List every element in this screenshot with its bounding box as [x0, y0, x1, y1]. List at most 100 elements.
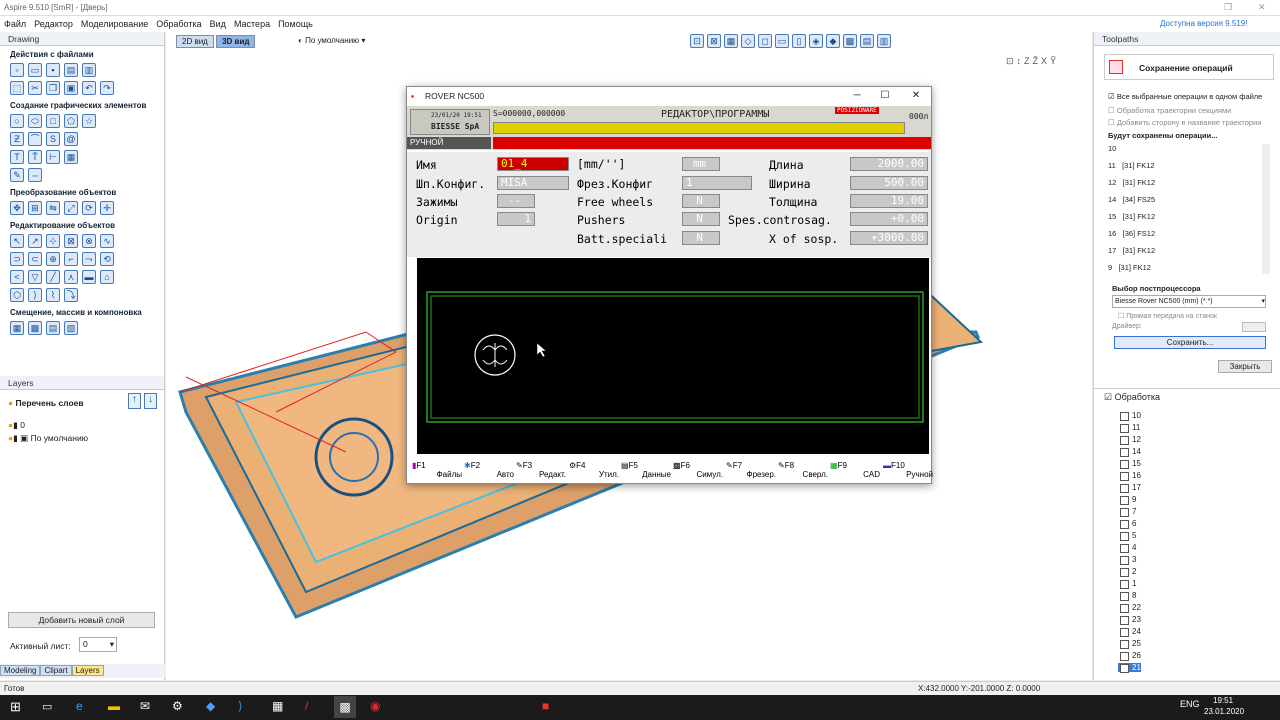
close-icon[interactable]: ✕	[1258, 2, 1266, 13]
input-language[interactable]: ENG	[1180, 699, 1200, 709]
fkey-f1[interactable]: ▮F1 Файлы	[412, 461, 464, 483]
clock-date[interactable]: 23.01.2020	[1204, 707, 1244, 716]
batt-field[interactable]: N	[682, 231, 720, 245]
task-view-icon[interactable]: ▭	[42, 700, 52, 713]
array-icon[interactable]: ▩	[28, 321, 42, 335]
layer-item[interactable]: ●▮ ▣ По умолчанию	[8, 433, 88, 444]
funnel-icon[interactable]: ▽	[28, 270, 42, 284]
text-icon[interactable]: T	[10, 150, 24, 164]
driver-button[interactable]	[1242, 322, 1266, 332]
text-arc-icon[interactable]: Ť	[28, 150, 42, 164]
dogbone-icon[interactable]: ⋏	[64, 270, 78, 284]
app-icon[interactable]: ◆	[206, 699, 215, 713]
chk-sections[interactable]: ☐ Обработка траектории секциями	[1108, 106, 1231, 115]
extend-icon[interactable]: ⤳	[82, 252, 96, 266]
move-icon[interactable]: ✥	[10, 201, 24, 215]
mirror-icon[interactable]: ⇋	[46, 201, 60, 215]
processing-tree[interactable]: 10 11 12 14 15 16 17 9 7 6 5 4 3 2 1 8 2…	[1100, 410, 1250, 674]
menu-toolpaths[interactable]: Обработка	[152, 16, 205, 32]
length-field[interactable]: 2000.00	[850, 157, 928, 171]
new-file-icon[interactable]: ▫	[10, 63, 24, 77]
align-icon[interactable]: ⊞	[28, 201, 42, 215]
add-layer-button[interactable]: Добавить новый слой	[8, 612, 155, 628]
trim-icon[interactable]: ⊠	[64, 234, 78, 248]
spindle-config-field[interactable]: MISA	[497, 176, 569, 190]
x-sosp-field[interactable]: +3000.00	[850, 231, 928, 245]
record-icon[interactable]: ◉	[370, 699, 380, 713]
import-icon[interactable]: ▤	[64, 63, 78, 77]
spline-icon[interactable]: ⌇	[46, 288, 60, 302]
calculator-icon[interactable]: ▦	[272, 699, 283, 713]
nest-icon[interactable]: ▤	[46, 321, 60, 335]
fkey-f3[interactable]: ✎F3 Редакт.	[516, 461, 568, 483]
save-icon[interactable]: ▪	[46, 63, 60, 77]
line-icon[interactable]: ╱	[46, 270, 60, 284]
curve-fit-icon[interactable]: ⤵	[64, 288, 78, 302]
undo-icon[interactable]: ↶	[82, 81, 96, 95]
settings-icon[interactable]: ⚙	[172, 699, 183, 713]
operations-list[interactable]: 10 11 [31] FK12 12 [31] FK12 14 [34] FS2…	[1108, 140, 1268, 276]
clock-time[interactable]: 19:51	[1213, 696, 1233, 705]
units-field[interactable]: mm	[682, 157, 720, 171]
fkey-f5[interactable]: ▤F5 Данные	[621, 461, 673, 483]
fkey-f2[interactable]: ✱F2 Авто	[464, 461, 516, 483]
fillet-icon[interactable]: ⌐	[64, 252, 78, 266]
layer-item[interactable]: ●▮ 0	[8, 420, 25, 431]
mail-icon[interactable]: ✉	[140, 699, 150, 713]
close-panel-button[interactable]: Закрыть	[1218, 360, 1272, 373]
update-link[interactable]: Доступна версия 9.519!	[1156, 16, 1251, 32]
arc-icon[interactable]: ⌒	[28, 132, 42, 146]
minimize-button[interactable]: ─	[842, 87, 872, 105]
fkey-f10[interactable]: ▬F10 Ручной	[883, 461, 935, 483]
menu-file[interactable]: Файл	[0, 16, 30, 32]
curve-icon[interactable]: S	[46, 132, 60, 146]
active-sheet-select[interactable]: 0 ▾	[79, 637, 117, 652]
pushers-field[interactable]: N	[682, 212, 720, 226]
tab-icon[interactable]: ▬	[82, 270, 96, 284]
copy-icon[interactable]: ❐	[46, 81, 60, 95]
star-icon[interactable]: ☆	[82, 114, 96, 128]
paste-icon[interactable]: ▣	[64, 81, 78, 95]
layer-down-icon[interactable]: ↓	[144, 393, 157, 409]
offset-vector-icon[interactable]: ▦	[10, 321, 24, 335]
measure-icon[interactable]: ⇔	[28, 168, 42, 182]
fkey-f4[interactable]: ⚙F4 Утил.	[569, 461, 621, 483]
tab-modeling[interactable]: Modeling	[0, 665, 41, 676]
tab-layers[interactable]: Layers	[71, 665, 104, 676]
scale-icon[interactable]: ⤢	[64, 201, 78, 215]
rectangle-icon[interactable]: □	[46, 114, 60, 128]
bracket-icon[interactable]: ⟩	[28, 288, 42, 302]
draw-icon[interactable]: ✎	[10, 168, 24, 182]
export-icon[interactable]: ▥	[82, 63, 96, 77]
chk-all-in-one[interactable]: ☑ Все выбранные операции в одном файле	[1108, 92, 1262, 101]
fkey-f6[interactable]: ▩F6 Симул.	[673, 461, 725, 483]
grid-array-icon[interactable]: ▧	[64, 321, 78, 335]
panel-preview[interactable]	[417, 258, 929, 454]
start-icon[interactable]: ⊞	[10, 699, 21, 715]
thickness-field[interactable]: 19.00	[850, 194, 928, 208]
pdf-icon[interactable]: /	[305, 699, 308, 713]
center-icon[interactable]: ✛	[100, 201, 114, 215]
weld-icon[interactable]: ⊃	[10, 252, 24, 266]
chamfer-icon[interactable]: <	[10, 270, 24, 284]
node-add-icon[interactable]: ⊹	[46, 234, 60, 248]
mill-config-field[interactable]: 1	[682, 176, 752, 190]
origin-field[interactable]: 1	[497, 212, 535, 226]
stop-record-icon[interactable]: ■	[542, 699, 549, 713]
menu-wizards[interactable]: Мастера	[230, 16, 274, 32]
shape-icon[interactable]: ⬡	[10, 288, 24, 302]
save-button[interactable]: Сохранить...	[1114, 336, 1266, 349]
spes-field[interactable]: +0.00	[850, 212, 928, 226]
postprocessor-select[interactable]: Biesse Rover NC500 (mm) (*.*) ▾	[1112, 295, 1266, 308]
tab-clipart[interactable]: Clipart	[40, 665, 72, 676]
maximize-button[interactable]: ☐	[870, 87, 900, 105]
aspire-task-icon[interactable]: ▩	[334, 696, 356, 718]
free-wheels-field[interactable]: N	[682, 194, 720, 208]
fkey-f8[interactable]: ✎F8 Сверл.	[778, 461, 830, 483]
fkey-f7[interactable]: ✎F7 Фрезер.	[726, 461, 778, 483]
width-field[interactable]: 500.00	[850, 176, 928, 190]
menu-model[interactable]: Моделирование	[77, 16, 152, 32]
scrollbar[interactable]	[1262, 144, 1270, 274]
open-file-icon[interactable]: ▭	[28, 63, 42, 77]
pointer-icon[interactable]: ↖	[10, 234, 24, 248]
